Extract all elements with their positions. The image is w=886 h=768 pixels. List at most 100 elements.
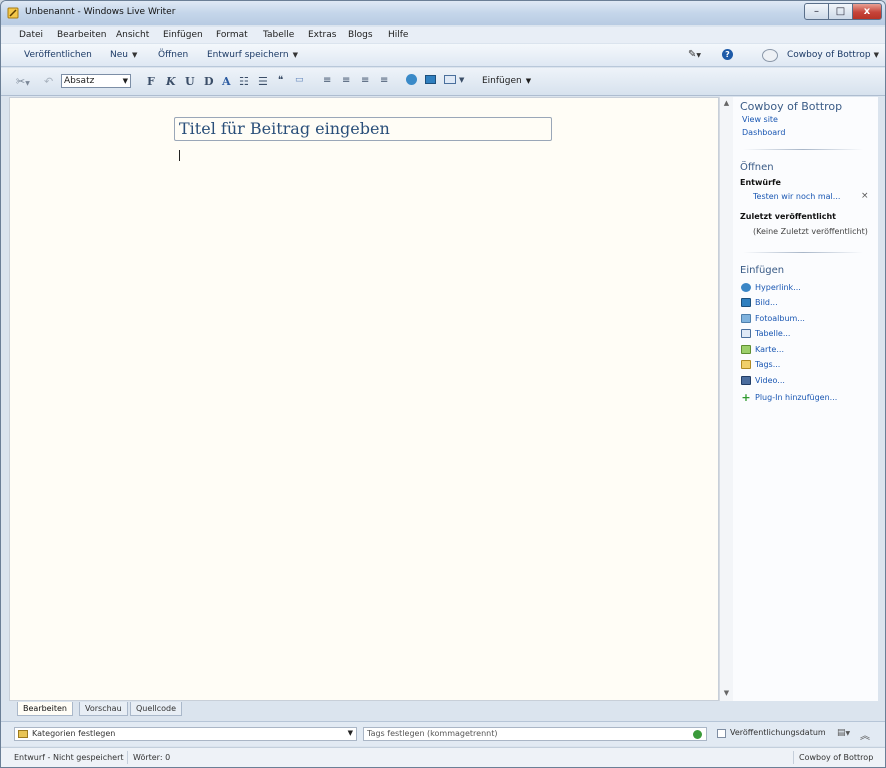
theme-brush-icon[interactable]: ✎▼ <box>688 49 701 60</box>
menu-format[interactable]: Format <box>216 30 248 40</box>
insert-photo-album-label: Fotoalbum... <box>755 313 805 323</box>
refresh-tags-icon[interactable] <box>693 730 702 739</box>
menu-ansicht[interactable]: Ansicht <box>116 30 149 40</box>
font-color-button[interactable]: A <box>222 75 231 88</box>
chevron-down-icon[interactable]: ▼ <box>459 76 464 84</box>
tags-placeholder: Tags festlegen (kommagetrennt) <box>367 729 498 738</box>
sidebar-blog-title[interactable]: Cowboy of Bottrop <box>740 100 842 113</box>
tab-source[interactable]: Quellcode <box>130 702 183 716</box>
menu-einfuegen[interactable]: Einfügen <box>163 30 203 40</box>
bold-button[interactable]: F <box>147 75 155 88</box>
menu-hilfe[interactable]: Hilfe <box>388 30 408 40</box>
cut-icon[interactable]: ✂▼ <box>16 75 30 88</box>
menu-datei[interactable]: Datei <box>19 30 43 40</box>
menu-bearbeiten[interactable]: Bearbeiten <box>57 30 106 40</box>
insert-table[interactable]: Tabelle... <box>741 327 790 339</box>
paragraph-style-select[interactable]: Absatz ▼ <box>61 74 131 88</box>
calendar-icon[interactable]: ▤▼ <box>837 728 850 738</box>
align-justify-icon[interactable]: ≡ <box>380 75 388 86</box>
photo-album-icon <box>741 313 751 323</box>
new-label: Neu <box>110 50 128 60</box>
new-button[interactable]: Neu ▼ <box>110 50 137 60</box>
format-toolbar: ✂▼ ↶ Absatz ▼ F K U D A ☷ ☰ ❝ ▭ ≡ ≡ ≡ ≡ … <box>1 68 885 96</box>
strikethrough-button[interactable]: D <box>204 75 214 88</box>
divider <box>743 149 863 150</box>
chevron-down-icon: ▼ <box>873 51 879 59</box>
italic-button[interactable]: K <box>166 75 176 88</box>
draft-item[interactable]: Testen wir noch mal... <box>753 192 840 201</box>
divider <box>127 751 128 764</box>
image-icon <box>741 297 751 307</box>
insert-hyperlink[interactable]: Hyperlink... <box>741 281 801 293</box>
open-button[interactable]: Öffnen <box>158 50 188 60</box>
add-plugin-label: Plug-In hinzufügen... <box>755 392 838 402</box>
insert-map[interactable]: Karte... <box>741 343 784 355</box>
horizontal-line-icon[interactable]: ▭ <box>295 75 304 85</box>
chevron-down-icon: ▼ <box>347 729 353 737</box>
menu-blogs[interactable]: Blogs <box>348 30 373 40</box>
hyperlink-icon[interactable] <box>406 74 417 85</box>
status-blog-name: Cowboy of Bottrop <box>799 753 874 762</box>
insert-dropdown-label: Einfügen <box>482 76 522 86</box>
editor-scrollbar[interactable]: ▲ ▼ <box>719 97 733 701</box>
close-icon[interactable]: × <box>861 191 869 201</box>
align-right-icon[interactable]: ≡ <box>361 75 369 86</box>
image-icon[interactable] <box>425 75 436 84</box>
insert-tags[interactable]: Tags... <box>741 358 780 370</box>
insert-image-label: Bild... <box>755 297 778 307</box>
add-plugin[interactable]: + Plug-In hinzufügen... <box>741 391 837 403</box>
tags-input[interactable]: Tags festlegen (kommagetrennt) <box>363 727 707 741</box>
blog-selector-label: Cowboy of Bottrop <box>787 50 871 60</box>
save-draft-label: Entwurf speichern <box>207 50 289 60</box>
insert-hyperlink-label: Hyperlink... <box>755 282 801 292</box>
bullet-list-icon[interactable]: ☰ <box>258 75 268 88</box>
status-bar: Entwurf - Nicht gespeichert Wörter: 0 Co… <box>1 747 885 767</box>
tab-preview[interactable]: Vorschau <box>79 702 128 716</box>
undo-icon[interactable]: ↶ <box>44 75 53 88</box>
chevron-down-icon: ▼ <box>292 51 298 59</box>
insert-heading: Einfügen <box>740 265 785 276</box>
recent-empty-text: (Keine Zuletzt veröffentlicht) <box>753 227 868 236</box>
table-icon[interactable] <box>444 75 456 84</box>
maximize-button[interactable]: □ <box>828 3 853 20</box>
tab-edit[interactable]: Bearbeiten <box>17 702 73 716</box>
category-icon <box>18 730 28 738</box>
post-editor[interactable]: Titel für Beitrag eingeben <box>9 97 719 701</box>
publish-date-checkbox[interactable] <box>717 729 726 738</box>
view-site-link[interactable]: View site <box>742 115 778 124</box>
chevron-down-icon: ▼ <box>131 51 138 59</box>
sidebar: Cowboy of Bottrop View site Dashboard Öf… <box>733 97 878 701</box>
help-icon[interactable]: ? <box>722 49 733 60</box>
insert-table-label: Tabelle... <box>755 328 791 338</box>
close-button[interactable]: x <box>852 3 882 20</box>
categories-select[interactable]: Kategorien festlegen ▼ <box>14 727 357 741</box>
scroll-up-icon[interactable]: ▲ <box>720 99 733 107</box>
blog-selector[interactable]: Cowboy of Bottrop ▼ <box>787 50 879 60</box>
save-draft-button[interactable]: Entwurf speichern ▼ <box>207 50 298 60</box>
tags-icon <box>741 359 751 369</box>
numbered-list-icon[interactable]: ☷ <box>239 75 249 88</box>
publish-button[interactable]: Veröffentlichen <box>24 50 92 60</box>
open-heading[interactable]: Öffnen <box>740 162 774 173</box>
scroll-down-icon[interactable]: ▼ <box>720 689 733 697</box>
menu-extras[interactable]: Extras <box>308 30 336 40</box>
text-cursor <box>179 150 180 161</box>
command-bar: Veröffentlichen Neu ▼ Öffnen Entwurf spei… <box>1 44 885 67</box>
align-center-icon[interactable]: ≡ <box>342 75 350 86</box>
insert-image[interactable]: Bild... <box>741 296 778 308</box>
blockquote-icon[interactable]: ❝ <box>278 75 283 86</box>
align-left-icon[interactable]: ≡ <box>323 75 331 86</box>
insert-dropdown[interactable]: Einfügen ▼ <box>482 76 531 86</box>
insert-video[interactable]: Video... <box>741 374 785 386</box>
dashboard-link[interactable]: Dashboard <box>742 128 785 137</box>
menu-tabelle[interactable]: Tabelle <box>263 30 294 40</box>
divider <box>793 751 794 764</box>
insert-photo-album[interactable]: Fotoalbum... <box>741 312 805 324</box>
word-count: Wörter: 0 <box>133 753 171 762</box>
insert-map-label: Karte... <box>755 344 784 354</box>
underline-button[interactable]: U <box>185 75 195 88</box>
collapse-chevron-icon[interactable]: ︽ <box>860 727 870 742</box>
post-title-input[interactable]: Titel für Beitrag eingeben <box>174 117 552 141</box>
minimize-button[interactable]: – <box>804 3 829 20</box>
menu-bar: Datei Bearbeiten Ansicht Einfügen Format… <box>1 27 885 43</box>
